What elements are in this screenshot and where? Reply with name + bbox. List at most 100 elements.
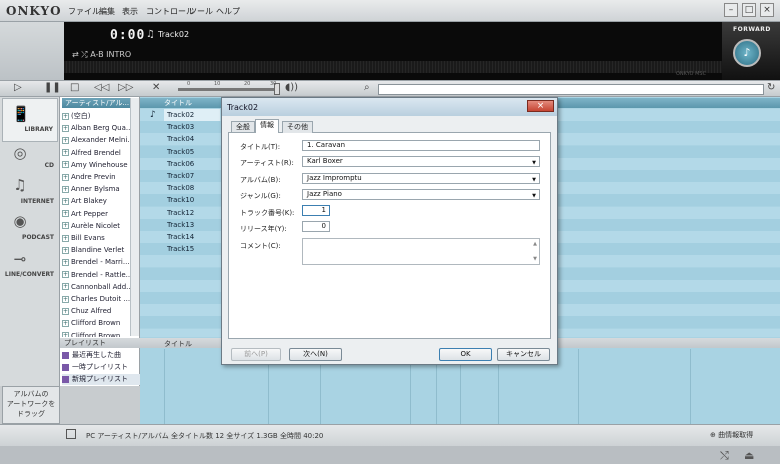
expand-icon[interactable]: + xyxy=(62,258,69,266)
expand-icon[interactable]: + xyxy=(62,283,69,291)
pause-icon[interactable]: ❚❚ xyxy=(44,82,61,93)
table-row[interactable]: Track06 xyxy=(164,158,220,170)
artist-list-item[interactable]: + Blandine Verlet xyxy=(62,244,130,256)
previous-icon[interactable]: ◁◁ xyxy=(94,82,109,93)
table-row[interactable]: Track12 xyxy=(164,207,220,219)
next-button[interactable]: 次へ(N) xyxy=(289,348,342,361)
artist-list-item[interactable]: + Chuz Alfred xyxy=(62,305,130,317)
artist-list-item[interactable]: + Anner Bylsma xyxy=(62,183,130,195)
table-row[interactable]: Track14 xyxy=(164,231,220,243)
artist-column-header[interactable]: アーティスト/アル... xyxy=(62,98,130,108)
artist-list-item[interactable]: + Charles Dutoit ... xyxy=(62,293,130,305)
list-view-icon[interactable] xyxy=(66,429,76,439)
expand-icon[interactable]: + xyxy=(62,234,69,242)
artist-list-item[interactable]: + Alban Berg Qua... xyxy=(62,122,130,134)
artist-list-item[interactable]: + Brendel - Marri... xyxy=(62,256,130,268)
album-select[interactable]: Jazz Impromptu ▼ xyxy=(302,173,540,184)
expand-icon[interactable]: + xyxy=(62,185,69,193)
title-field[interactable]: 1. Caravan xyxy=(302,140,540,151)
artist-list-item[interactable]: + Andre Previn xyxy=(62,171,130,183)
table-row[interactable]: Track02 xyxy=(164,109,220,121)
artist-list-item[interactable]: + Art Pepper xyxy=(62,208,130,220)
stop-icon[interactable]: □ xyxy=(70,82,79,93)
artist-select[interactable]: Karl Boxer ▼ xyxy=(302,156,540,167)
expand-icon[interactable]: + xyxy=(62,307,69,315)
refresh-icon[interactable]: ↻ xyxy=(767,82,775,93)
fetch-info-button[interactable]: ⊕ 曲情報取得 xyxy=(710,430,753,440)
forward-icon[interactable]: ♪ xyxy=(733,39,761,67)
expand-icon[interactable]: + xyxy=(62,161,69,169)
mute-icon[interactable]: ✕ xyxy=(152,82,160,93)
eject-icon[interactable]: ⏏ xyxy=(744,449,754,462)
playlist-item[interactable]: 新規プレイリスト xyxy=(62,374,140,385)
scroll-up-icon[interactable]: ▲ xyxy=(533,241,537,247)
artist-list-item[interactable]: + (空白) xyxy=(62,110,130,122)
tab-info[interactable]: 情報 xyxy=(255,119,279,133)
minimize-icon[interactable]: – xyxy=(724,3,738,17)
expand-icon[interactable]: + xyxy=(62,197,69,205)
artist-list-item[interactable]: + Alfred Brendel xyxy=(62,147,130,159)
scroll-down-icon[interactable]: ▼ xyxy=(533,256,537,262)
menu-edit[interactable]: 編集 xyxy=(99,6,115,17)
playlist-item[interactable]: 最近再生した曲 xyxy=(62,350,140,361)
cancel-button[interactable]: キャンセル xyxy=(497,348,550,361)
source-line-convert[interactable]: ⊸ LINE/CONVERT xyxy=(2,246,58,290)
source-library[interactable]: 📱 LIBRARY xyxy=(2,98,58,142)
artwork-drop-area[interactable]: アルバムの アートワークを ドラッグ xyxy=(2,386,60,424)
maximize-icon[interactable]: □ xyxy=(742,3,756,17)
artist-scrollbar[interactable] xyxy=(130,98,139,336)
artist-list-item[interactable]: + Bill Evans xyxy=(62,232,130,244)
menu-control[interactable]: コントロール xyxy=(146,6,194,17)
table-row[interactable]: Track15 xyxy=(164,243,220,255)
play-modes[interactable]: ⇄ ⤮ A-B INTRO xyxy=(72,50,131,60)
menu-help[interactable]: ヘルプ xyxy=(216,6,240,17)
artist-list-item[interactable]: + Art Blakey xyxy=(62,195,130,207)
artist-list-item[interactable]: + Brendel - Rattle... xyxy=(62,269,130,281)
play-icon[interactable]: ▷ xyxy=(14,82,22,93)
close-icon[interactable]: × xyxy=(760,3,774,17)
expand-icon[interactable]: + xyxy=(62,124,69,132)
volume-slider[interactable] xyxy=(178,88,278,91)
artist-list-item[interactable]: + Cannonball Add... xyxy=(62,281,130,293)
expand-icon[interactable]: + xyxy=(62,246,69,254)
ok-button[interactable]: OK xyxy=(439,348,492,361)
artist-name: Amy Winehouse xyxy=(71,160,128,169)
shuffle-icon[interactable]: ⤭ xyxy=(720,449,729,463)
tab-other[interactable]: その他 xyxy=(282,121,313,133)
genre-select[interactable]: Jazz Piano ▼ xyxy=(302,189,540,200)
table-row[interactable]: Track07 xyxy=(164,170,220,182)
dialog-titlebar[interactable] xyxy=(222,98,557,116)
artist-list-item[interactable]: + Amy Winehouse xyxy=(62,159,130,171)
title-column-header[interactable]: タイトル xyxy=(164,98,192,108)
artist-list-item[interactable]: + Alexander Melni... xyxy=(62,134,130,146)
expand-icon[interactable]: + xyxy=(62,319,69,327)
expand-icon[interactable]: + xyxy=(62,210,69,218)
year-field[interactable]: 0 xyxy=(302,221,330,232)
playlist-title-column-header[interactable]: タイトル xyxy=(164,339,192,349)
expand-icon[interactable]: + xyxy=(62,149,69,157)
table-row[interactable]: Track05 xyxy=(164,146,220,158)
expand-icon[interactable]: + xyxy=(62,222,69,230)
menu-view[interactable]: 表示 xyxy=(122,6,138,17)
menu-file[interactable]: ファイル xyxy=(68,6,100,17)
expand-icon[interactable]: + xyxy=(62,271,69,279)
playlist-item[interactable]: 一時プレイリスト xyxy=(62,362,140,373)
comment-field[interactable]: ▲ ▼ xyxy=(302,238,540,265)
expand-icon[interactable]: + xyxy=(62,136,69,144)
artist-list-item[interactable]: + Aurèle Nicolet xyxy=(62,220,130,232)
expand-icon[interactable]: + xyxy=(62,295,69,303)
menu-tools[interactable]: ツール xyxy=(189,6,213,17)
expand-icon[interactable]: + xyxy=(62,173,69,181)
artist-list-item[interactable]: + Clifford Brown xyxy=(62,317,130,329)
prev-button[interactable]: 前へ(P) xyxy=(231,348,281,361)
track-number-field[interactable]: 1 xyxy=(302,205,330,216)
dialog-close-icon[interactable]: × xyxy=(527,100,554,112)
table-row[interactable]: Track08 xyxy=(164,182,220,194)
table-row[interactable]: Track10 xyxy=(164,194,220,206)
table-row[interactable]: Track03 xyxy=(164,121,220,133)
next-icon[interactable]: ▷▷ xyxy=(118,82,133,93)
table-row[interactable]: Track13 xyxy=(164,219,220,231)
search-input[interactable] xyxy=(378,84,764,95)
expand-icon[interactable]: + xyxy=(62,112,69,120)
table-row[interactable]: Track04 xyxy=(164,133,220,145)
